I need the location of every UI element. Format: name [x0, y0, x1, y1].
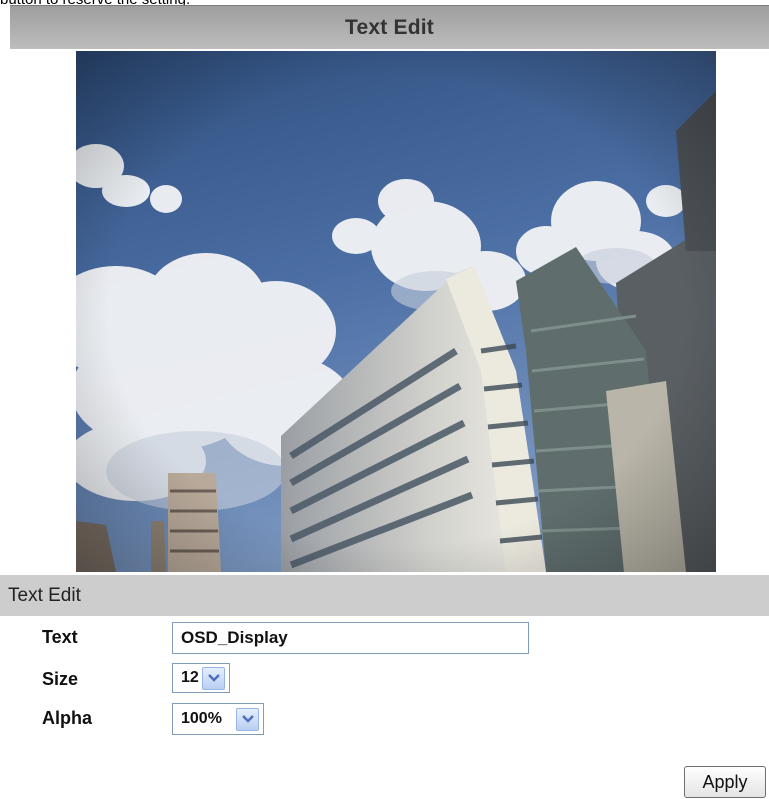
text-input[interactable] [172, 622, 529, 654]
alpha-label: Alpha [42, 708, 93, 728]
text-label: Text [42, 627, 78, 647]
camera-preview [76, 51, 716, 572]
size-label: Size [42, 669, 79, 689]
size-select-value: 12 [181, 669, 199, 686]
chevron-down-icon[interactable] [236, 707, 259, 731]
section-header: Text Edit [0, 575, 769, 616]
alpha-select[interactable]: 100% [172, 703, 264, 735]
camera-preview-image [76, 51, 716, 572]
page-header: Text Edit [10, 5, 769, 49]
size-select[interactable]: 12 [172, 663, 230, 693]
chevron-down-icon[interactable] [202, 666, 225, 690]
section-title: Text Edit [8, 584, 81, 606]
apply-button[interactable]: Apply [684, 766, 766, 798]
alpha-select-value: 100% [181, 710, 222, 727]
page-title: Text Edit [345, 15, 434, 39]
